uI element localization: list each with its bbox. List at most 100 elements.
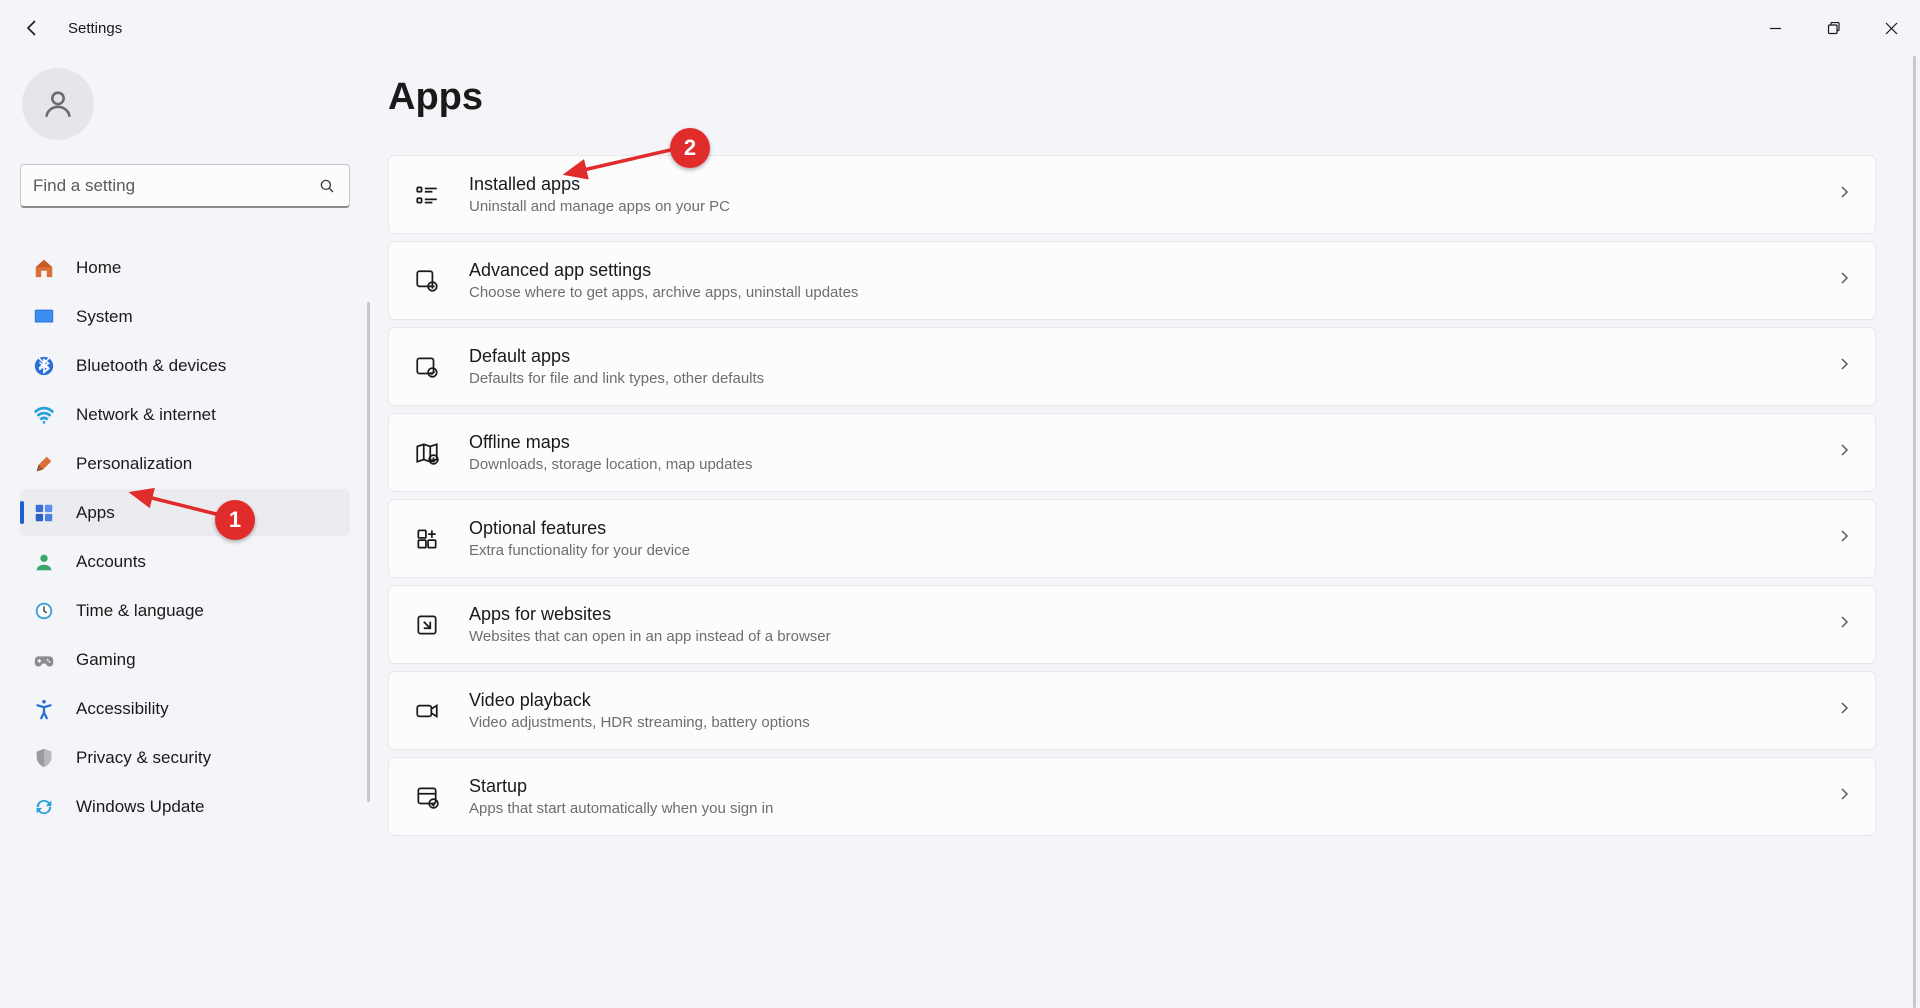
- sidebar-item-time[interactable]: Time & language: [20, 587, 350, 634]
- annotation-badge-2: 2: [670, 128, 710, 168]
- sidebar-item-personalization[interactable]: Personalization: [20, 440, 350, 487]
- card-title: Startup: [469, 776, 1809, 797]
- chevron-right-icon: [1837, 529, 1851, 548]
- annotation-arrow-1: [120, 485, 230, 525]
- window-title: Settings: [68, 20, 122, 37]
- optional-features-icon: [413, 525, 441, 553]
- titlebar-left: Settings: [20, 16, 122, 40]
- chevron-right-icon: [1837, 615, 1851, 634]
- apps-icon: [32, 501, 56, 525]
- network-icon: [32, 403, 56, 427]
- cards: Installed apps Uninstall and manage apps…: [388, 155, 1892, 836]
- search-button[interactable]: [310, 169, 344, 203]
- offline-maps-icon: [413, 439, 441, 467]
- sidebar-item-label: Gaming: [76, 650, 136, 670]
- card-title: Video playback: [469, 690, 1809, 711]
- chevron-right-icon: [1837, 443, 1851, 462]
- sidebar-item-label: Accounts: [76, 552, 146, 572]
- sidebar-item-label: Privacy & security: [76, 748, 211, 768]
- sidebar-item-gaming[interactable]: Gaming: [20, 636, 350, 683]
- sidebar-item-label: Time & language: [76, 601, 204, 621]
- card-advanced-app-settings[interactable]: Advanced app settings Choose where to ge…: [388, 241, 1876, 320]
- card-optional-features[interactable]: Optional features Extra functionality fo…: [388, 499, 1876, 578]
- card-default-apps[interactable]: Default apps Defaults for file and link …: [388, 327, 1876, 406]
- card-sub: Uninstall and manage apps on your PC: [469, 198, 1809, 215]
- home-icon: [32, 256, 56, 280]
- card-sub: Defaults for file and link types, other …: [469, 370, 1809, 387]
- sidebar-item-accounts[interactable]: Accounts: [20, 538, 350, 585]
- card-sub: Choose where to get apps, archive apps, …: [469, 284, 1809, 301]
- close-button[interactable]: [1862, 8, 1920, 48]
- installed-apps-icon: [413, 181, 441, 209]
- avatar[interactable]: [22, 68, 94, 140]
- card-sub: Video adjustments, HDR streaming, batter…: [469, 714, 1809, 731]
- accounts-icon: [32, 550, 56, 574]
- gaming-icon: [32, 648, 56, 672]
- sidebar-item-label: Windows Update: [76, 797, 205, 817]
- chevron-right-icon: [1837, 271, 1851, 290]
- card-title: Optional features: [469, 518, 1809, 539]
- card-text: Advanced app settings Choose where to ge…: [469, 260, 1809, 301]
- main: Apps Installed apps Uninstall and manage…: [370, 56, 1920, 1008]
- personalization-icon: [32, 452, 56, 476]
- card-startup[interactable]: Startup Apps that start automatically wh…: [388, 757, 1876, 836]
- back-button[interactable]: [20, 16, 44, 40]
- card-title: Offline maps: [469, 432, 1809, 453]
- card-apps-for-websites[interactable]: Apps for websites Websites that can open…: [388, 585, 1876, 664]
- privacy-icon: [32, 746, 56, 770]
- chevron-right-icon: [1837, 787, 1851, 806]
- chevron-right-icon: [1837, 357, 1851, 376]
- annotation-arrow-2: [554, 144, 689, 184]
- default-apps-icon: [413, 353, 441, 381]
- sidebar-item-home[interactable]: Home: [20, 244, 350, 291]
- nav: Home System Bluetooth & devices Network …: [20, 244, 350, 830]
- sidebar-item-update[interactable]: Windows Update: [20, 783, 350, 830]
- card-text: Optional features Extra functionality fo…: [469, 518, 1809, 559]
- card-text: Apps for websites Websites that can open…: [469, 604, 1809, 645]
- search-input[interactable]: [20, 164, 350, 208]
- sidebar-item-label: Apps: [76, 503, 115, 523]
- card-text: Video playback Video adjustments, HDR st…: [469, 690, 1809, 731]
- page-title: Apps: [388, 76, 1892, 119]
- card-offline-maps[interactable]: Offline maps Downloads, storage location…: [388, 413, 1876, 492]
- card-title: Default apps: [469, 346, 1809, 367]
- sidebar-item-label: Accessibility: [76, 699, 169, 719]
- update-icon: [32, 795, 56, 819]
- card-text: Default apps Defaults for file and link …: [469, 346, 1809, 387]
- card-video-playback[interactable]: Video playback Video adjustments, HDR st…: [388, 671, 1876, 750]
- sidebar-item-system[interactable]: System: [20, 293, 350, 340]
- chevron-right-icon: [1837, 185, 1851, 204]
- titlebar: Settings: [0, 0, 1920, 56]
- sidebar-item-network[interactable]: Network & internet: [20, 391, 350, 438]
- system-icon: [32, 305, 56, 329]
- sidebar: Home System Bluetooth & devices Network …: [0, 56, 370, 1008]
- card-title: Apps for websites: [469, 604, 1809, 625]
- time-icon: [32, 599, 56, 623]
- card-sub: Downloads, storage location, map updates: [469, 456, 1809, 473]
- card-text: Startup Apps that start automatically wh…: [469, 776, 1809, 817]
- advanced-icon: [413, 267, 441, 295]
- maximize-button[interactable]: [1804, 8, 1862, 48]
- card-text: Offline maps Downloads, storage location…: [469, 432, 1809, 473]
- startup-icon: [413, 783, 441, 811]
- sidebar-item-label: Personalization: [76, 454, 192, 474]
- card-sub: Apps that start automatically when you s…: [469, 800, 1809, 817]
- minimize-button[interactable]: [1746, 8, 1804, 48]
- annotation-badge-1: 1: [215, 500, 255, 540]
- sidebar-item-bluetooth[interactable]: Bluetooth & devices: [20, 342, 350, 389]
- card-sub: Extra functionality for your device: [469, 542, 1809, 559]
- chevron-right-icon: [1837, 701, 1851, 720]
- sidebar-item-label: Bluetooth & devices: [76, 356, 226, 376]
- accessibility-icon: [32, 697, 56, 721]
- bluetooth-icon: [32, 354, 56, 378]
- apps-for-websites-icon: [413, 611, 441, 639]
- sidebar-item-label: Network & internet: [76, 405, 216, 425]
- video-playback-icon: [413, 697, 441, 725]
- sidebar-item-accessibility[interactable]: Accessibility: [20, 685, 350, 732]
- card-title: Advanced app settings: [469, 260, 1809, 281]
- window-controls: [1746, 8, 1920, 48]
- sidebar-item-label: System: [76, 307, 133, 327]
- card-sub: Websites that can open in an app instead…: [469, 628, 1809, 645]
- sidebar-item-privacy[interactable]: Privacy & security: [20, 734, 350, 781]
- main-scroll[interactable]: [1913, 56, 1916, 1008]
